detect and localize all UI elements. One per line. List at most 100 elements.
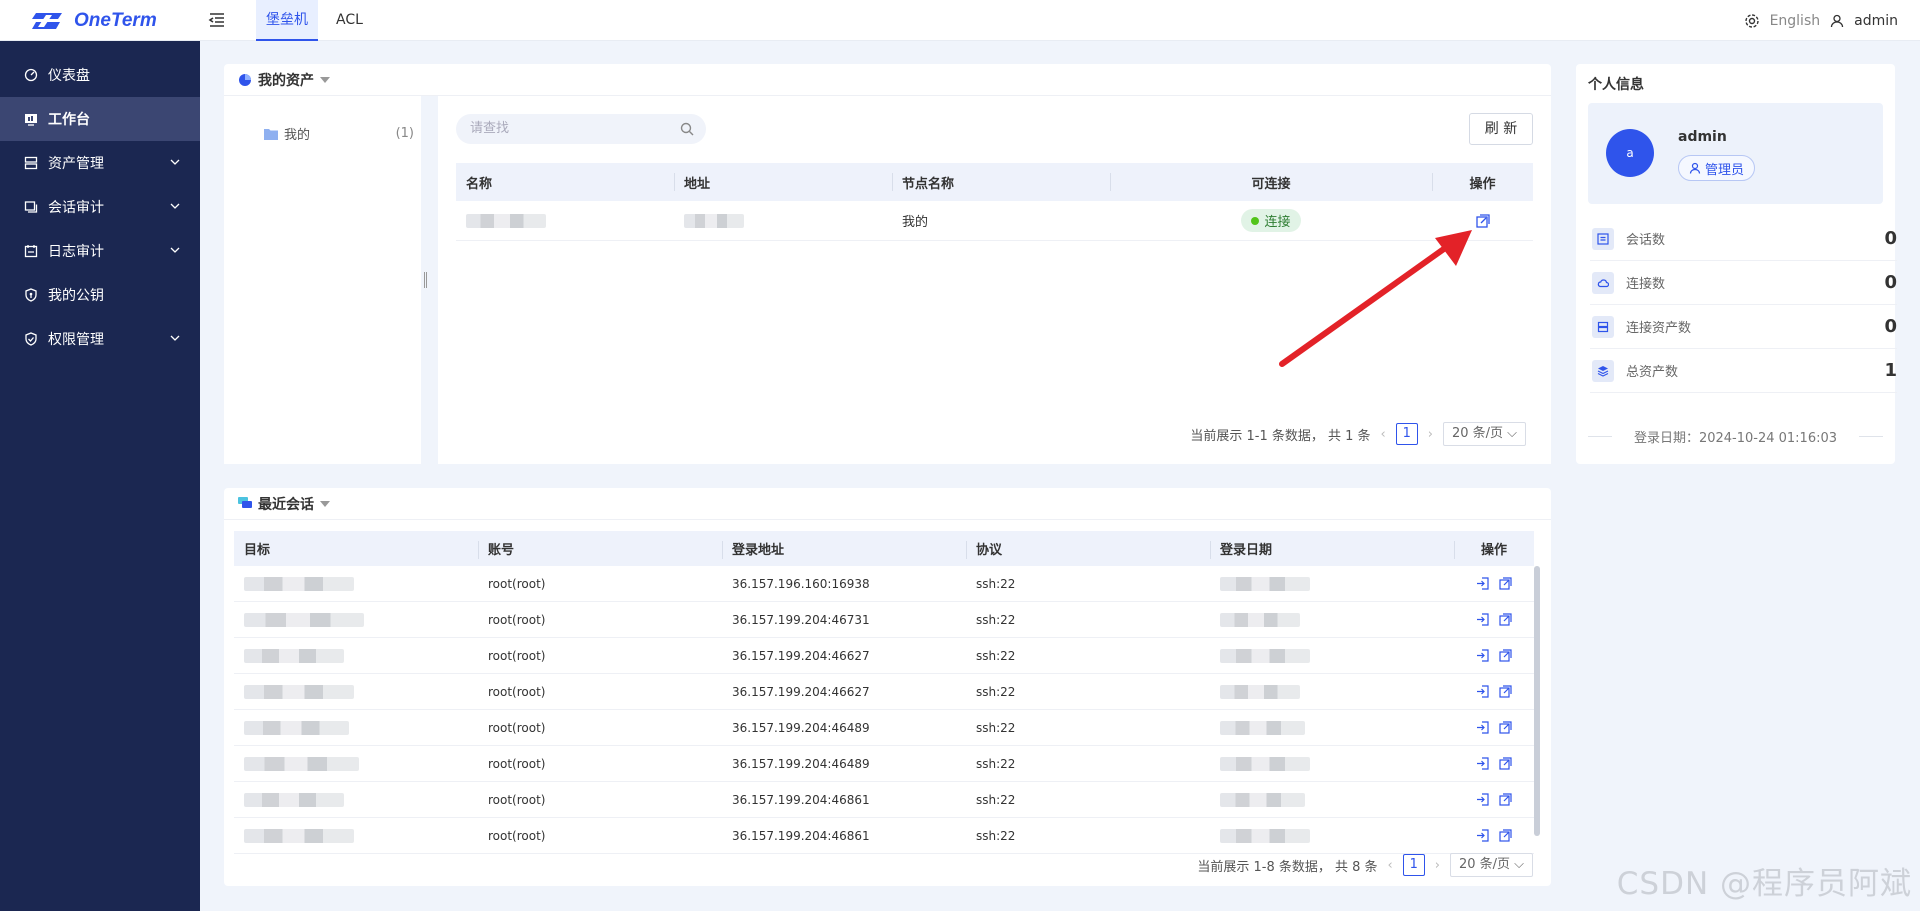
resize-handle[interactable] <box>424 272 427 288</box>
open-in-new-window-icon[interactable] <box>1499 829 1512 842</box>
avatar[interactable]: a <box>1606 129 1654 177</box>
login-icon[interactable] <box>1476 685 1489 698</box>
session-date-blurred <box>1210 782 1454 817</box>
user-icon <box>1689 162 1701 174</box>
page-number[interactable]: 1 <box>1395 423 1418 445</box>
tab-acl[interactable]: ACL <box>326 0 373 41</box>
col-address[interactable]: 地址 <box>674 163 892 201</box>
session-account: root(root) <box>488 684 546 699</box>
table-row[interactable]: root(root) 36.157.199.204:46627 ssh:22 <box>234 638 1534 674</box>
caret-down-icon[interactable] <box>320 76 330 83</box>
sidebar-item-public-key[interactable]: 我的公钥 <box>0 273 200 317</box>
session-account: root(root) <box>488 720 546 735</box>
page-number[interactable]: 1 <box>1402 854 1425 876</box>
login-icon[interactable] <box>1476 721 1489 734</box>
stat-sessions: 会话数 0 <box>1590 217 1897 261</box>
session-date-blurred <box>1210 602 1454 637</box>
search-icon <box>680 122 694 136</box>
tab-bastion[interactable]: 堡垒机 <box>256 0 318 41</box>
table-row[interactable]: root(root) 36.157.199.204:46489 ssh:22 <box>234 746 1534 782</box>
dashboard-icon <box>24 68 38 82</box>
session-actions <box>1454 566 1534 601</box>
table-row[interactable]: root(root) 36.157.199.204:46861 ssh:22 <box>234 782 1534 818</box>
key-icon <box>25 288 37 302</box>
session-protocol: ssh:22 <box>976 612 1016 627</box>
open-in-new-window-icon[interactable] <box>1499 577 1512 590</box>
col-login-address[interactable]: 登录地址 <box>722 531 966 566</box>
login-icon[interactable] <box>1476 613 1489 626</box>
session-protocol: ssh:22 <box>976 792 1016 807</box>
next-page-icon[interactable]: › <box>1435 858 1440 873</box>
sidebar-item-permissions[interactable]: 权限管理 <box>0 317 200 361</box>
menu-fold-icon[interactable] <box>208 11 226 29</box>
prev-page-icon[interactable]: ‹ <box>1381 427 1386 442</box>
table-scrollbar[interactable] <box>1534 566 1540 836</box>
col-node[interactable]: 节点名称 <box>892 163 1110 201</box>
page-size-select[interactable]: 20 条/页 ⌵ <box>1449 853 1533 877</box>
open-in-new-window-icon[interactable] <box>1499 793 1512 806</box>
stat-connections: 连接数 0 <box>1590 261 1897 305</box>
recent-sessions-header[interactable]: 最近会话 <box>224 488 1551 520</box>
open-in-new-window-icon[interactable] <box>1499 649 1512 662</box>
asset-search-input[interactable]: 请查找 <box>456 114 706 144</box>
sidebar-item-dashboard[interactable]: 仪表盘 <box>0 53 200 97</box>
open-in-new-window-icon[interactable] <box>1499 685 1512 698</box>
login-icon[interactable] <box>1476 649 1489 662</box>
login-icon[interactable] <box>1476 829 1489 842</box>
session-target-blurred <box>234 674 478 709</box>
open-in-new-window-icon[interactable] <box>1499 757 1512 770</box>
sidebar-item-workbench[interactable]: 工作台 <box>0 97 200 141</box>
chevron-down-icon <box>170 159 180 165</box>
session-account: root(root) <box>488 792 546 807</box>
prev-page-icon[interactable]: ‹ <box>1388 858 1393 873</box>
user-name[interactable]: admin <box>1854 13 1898 29</box>
session-login-address: 36.157.199.204:46489 <box>732 756 870 771</box>
stat-connected-assets: 连接资产数 0 <box>1590 305 1897 349</box>
table-row[interactable]: root(root) 36.157.199.204:46731 ssh:22 <box>234 602 1534 638</box>
pie-chart-icon <box>239 73 251 86</box>
recent-sessions-title: 最近会话 <box>258 496 314 513</box>
col-target[interactable]: 目标 <box>234 531 478 566</box>
login-icon[interactable] <box>1476 793 1489 806</box>
asset-tree: 我的 (1) <box>224 96 421 464</box>
tree-node-mine[interactable]: 我的 (1) <box>264 124 414 143</box>
chat-icon <box>238 497 252 508</box>
session-protocol: ssh:22 <box>976 720 1016 735</box>
login-icon[interactable] <box>1476 757 1489 770</box>
open-in-new-window-icon[interactable] <box>1499 721 1512 734</box>
search-placeholder: 请查找 <box>470 121 510 136</box>
session-login-address: 36.157.199.204:46627 <box>732 684 870 699</box>
table-row[interactable]: root(root) 36.157.199.204:46861 ssh:22 <box>234 818 1534 854</box>
sidebar-item-log-audit[interactable]: 日志审计 <box>0 229 200 273</box>
col-login-date[interactable]: 登录日期 <box>1210 531 1454 566</box>
table-row[interactable]: root(root) 36.157.199.204:46489 ssh:22 <box>234 710 1534 746</box>
page-size-select[interactable]: 20 条/页 ⌵ <box>1442 422 1526 446</box>
next-page-icon[interactable]: › <box>1428 427 1433 442</box>
sidebar-item-label: 仪表盘 <box>48 68 90 84</box>
app-logo[interactable]: OneTerm <box>30 10 157 32</box>
sidebar-item-session-audit[interactable]: 会话审计 <box>0 185 200 229</box>
sidebar-item-label: 日志审计 <box>48 244 104 260</box>
session-actions <box>1454 638 1534 673</box>
refresh-button[interactable]: 刷 新 <box>1469 113 1533 145</box>
session-account: root(root) <box>488 756 546 771</box>
language-switch[interactable]: English <box>1770 13 1821 29</box>
session-date-blurred <box>1210 566 1454 601</box>
table-row[interactable]: root(root) 36.157.199.204:46627 ssh:22 <box>234 674 1534 710</box>
col-connectable[interactable]: 可连接 <box>1110 163 1432 201</box>
session-protocol: ssh:22 <box>976 828 1016 843</box>
session-date-blurred <box>1210 710 1454 745</box>
caret-down-icon[interactable] <box>320 500 330 507</box>
col-name[interactable]: 名称 <box>456 163 674 201</box>
col-account[interactable]: 账号 <box>478 531 722 566</box>
sidebar: 仪表盘 工作台 资产管理 会话审计 日志审计 我的公钥 权限管理 <box>0 41 200 911</box>
cloud-icon <box>1592 271 1614 294</box>
my-assets-header[interactable]: 我的资产 <box>224 64 1551 96</box>
table-row[interactable]: root(root) 36.157.196.160:16938 ssh:22 <box>234 566 1534 602</box>
open-in-new-window-icon[interactable] <box>1499 613 1512 626</box>
sidebar-item-assets[interactable]: 资产管理 <box>0 141 200 185</box>
stat-value: 0 <box>1884 316 1897 337</box>
col-protocol[interactable]: 协议 <box>966 531 1210 566</box>
settings-gear-icon[interactable] <box>1744 13 1760 29</box>
login-icon[interactable] <box>1476 577 1489 590</box>
